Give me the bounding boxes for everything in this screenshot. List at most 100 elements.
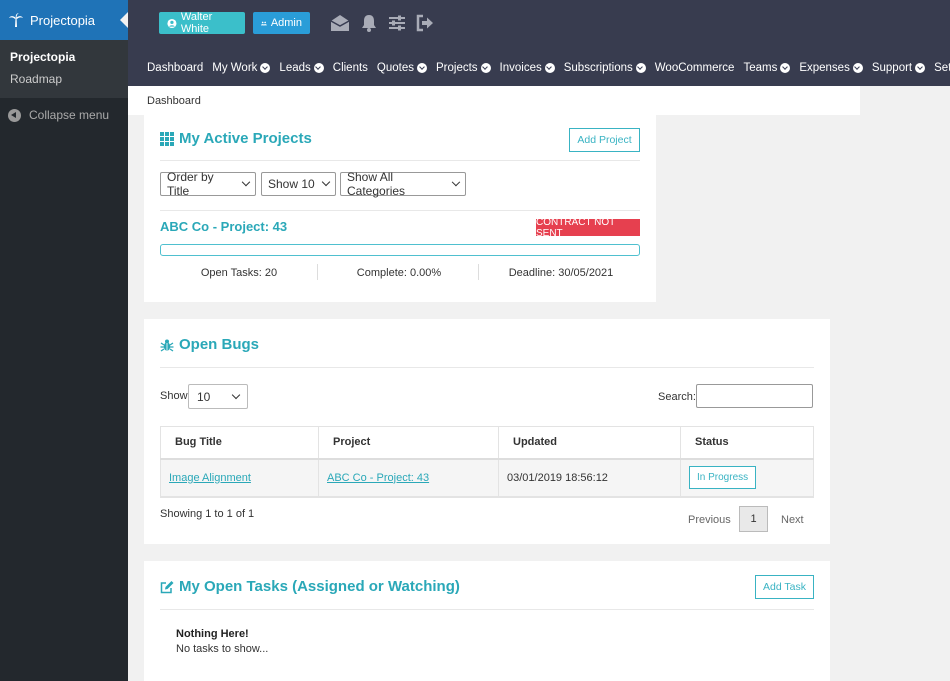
chevron-down-icon (417, 63, 427, 73)
bell-icon[interactable] (359, 13, 379, 33)
nav-support[interactable]: Support (872, 62, 926, 74)
nav-label: Projects (436, 62, 478, 74)
sign-out-icon[interactable] (415, 13, 435, 33)
bugs-search-input[interactable] (696, 384, 813, 408)
category-select[interactable]: Show All Categories (340, 170, 466, 198)
active-projects-heading: My Active Projects (160, 130, 312, 147)
chevron-down-icon (260, 63, 271, 73)
divider (160, 160, 640, 161)
updated-cell: 03/01/2019 18:56:12 (498, 458, 681, 498)
nav-label: My Work (212, 62, 258, 74)
admin-label: Admin (270, 17, 302, 29)
table-header-row: Bug Title Project Updated Status (160, 426, 814, 460)
envelope-open-icon[interactable] (330, 13, 350, 33)
chevron-down-icon (852, 63, 863, 73)
add-project-button[interactable]: Add Project (569, 128, 640, 152)
status-cell: In Progress (680, 458, 814, 498)
nav-expenses[interactable]: Expenses (799, 62, 863, 74)
status-badge: CONTRACT NOT SENT (536, 217, 640, 239)
user-button[interactable]: Walter White (159, 11, 245, 35)
collapse-arrow-icon (8, 108, 21, 122)
nav-my-work[interactable]: My Work (212, 62, 271, 74)
nav-subscriptions[interactable]: Subscriptions (564, 62, 646, 74)
nav-dashboard[interactable]: Dashboard (147, 62, 203, 74)
sidebar-submenu: Projectopia Roadmap (0, 40, 128, 98)
project-cell: ABC Co - Project: 43 (318, 458, 499, 498)
column-header-status[interactable]: Status (680, 426, 814, 460)
show-count-select[interactable]: Show 10 (261, 172, 336, 196)
pagination-next[interactable]: Next (781, 514, 804, 526)
nav-invoices[interactable]: Invoices (500, 62, 555, 74)
nav-label: Quotes (376, 62, 414, 74)
nav-label: Leads (279, 62, 311, 74)
grid-icon (160, 131, 174, 146)
palm-tree-icon (9, 13, 23, 27)
chevron-down-icon (480, 63, 491, 73)
collapse-menu-button[interactable]: Collapse menu (0, 98, 128, 132)
nav-teams[interactable]: Teams (743, 62, 791, 74)
sidebar-item-roadmap[interactable]: Roadmap (0, 68, 128, 90)
empty-state-title: Nothing Here! (176, 628, 249, 640)
divider (160, 367, 814, 368)
nav-label: Settings (934, 62, 950, 74)
add-task-button[interactable]: Add Task (755, 575, 814, 599)
nav-label: Clients (332, 62, 368, 74)
divider (160, 210, 640, 211)
order-by-select[interactable]: Order by Title (160, 170, 256, 198)
open-tasks-heading: My Open Tasks (Assigned or Watching) (160, 578, 460, 595)
nav-label: Subscriptions (563, 62, 633, 74)
order-by-value: Order by Title (167, 170, 214, 198)
nav-leads[interactable]: Leads (279, 62, 324, 74)
sidebar-item-projectopia[interactable]: Projectopia (0, 46, 128, 68)
divider (478, 264, 479, 280)
edit-icon (160, 580, 174, 593)
pagination-page-1[interactable]: 1 (739, 506, 768, 532)
nav-clients[interactable]: Clients (333, 62, 368, 74)
project-link[interactable]: ABC Co - Project: 43 (160, 219, 287, 234)
nav-label: Teams (743, 62, 778, 74)
status-button[interactable]: In Progress (689, 466, 757, 489)
user-name: Walter White (180, 11, 213, 35)
nav-quotes[interactable]: Quotes (377, 62, 427, 74)
column-header-project[interactable]: Project (318, 426, 499, 460)
nav-woocommerce[interactable]: WooCommerce (655, 62, 735, 74)
nav-projects[interactable]: Projects (436, 62, 491, 74)
table-info: Showing 1 to 1 of 1 (160, 508, 255, 520)
nav-label: Dashboard (147, 62, 204, 74)
sliders-icon[interactable] (387, 13, 407, 33)
project-link[interactable]: ABC Co - Project: 43 (327, 472, 429, 484)
active-projects-title: My Active Projects (179, 130, 312, 147)
search-label: Search: (658, 391, 696, 403)
nav-label: WooCommerce (654, 62, 735, 74)
divider (317, 264, 318, 280)
complete-stat: Complete: 0.00% (356, 267, 442, 279)
column-header-updated[interactable]: Updated (498, 426, 681, 460)
admin-button[interactable]: Admin (253, 12, 310, 34)
column-header-bug-title[interactable]: Bug Title (160, 426, 319, 460)
bug-title-link[interactable]: Image Alignment (169, 472, 251, 484)
pagination-previous[interactable]: Previous (688, 514, 731, 526)
nav-label: Expenses (799, 62, 850, 74)
breadcrumb: Dashboard (147, 95, 201, 107)
bug-title-cell: Image Alignment (160, 458, 319, 498)
sidebar: Projectopia Projectopia Roadmap Collapse… (0, 0, 128, 681)
top-bar: Walter White Admin Dashboard My Work Lea… (128, 0, 950, 86)
bugs-page-size-select[interactable]: 10 (188, 384, 248, 409)
empty-state-text: No tasks to show... (176, 643, 269, 655)
bug-icon (160, 339, 174, 352)
nav-settings[interactable]: Settings (934, 62, 950, 74)
chevron-down-icon (780, 63, 791, 73)
chevron-down-icon (452, 177, 461, 187)
show-count-value: Show 10 (268, 177, 315, 191)
open-tasks-stat: Open Tasks: 20 (200, 267, 278, 279)
sidebar-brand[interactable]: Projectopia (0, 0, 128, 40)
chevron-down-icon (321, 177, 330, 187)
show-label: Show (160, 390, 188, 402)
chevron-down-icon (635, 63, 646, 73)
open-bugs-title: Open Bugs (179, 336, 260, 353)
nav-label: Invoices (499, 62, 542, 74)
users-icon (261, 21, 267, 25)
open-bugs-heading: Open Bugs (160, 336, 259, 353)
category-value: Show All Categories (347, 170, 406, 198)
project-progress-bar (160, 244, 640, 256)
